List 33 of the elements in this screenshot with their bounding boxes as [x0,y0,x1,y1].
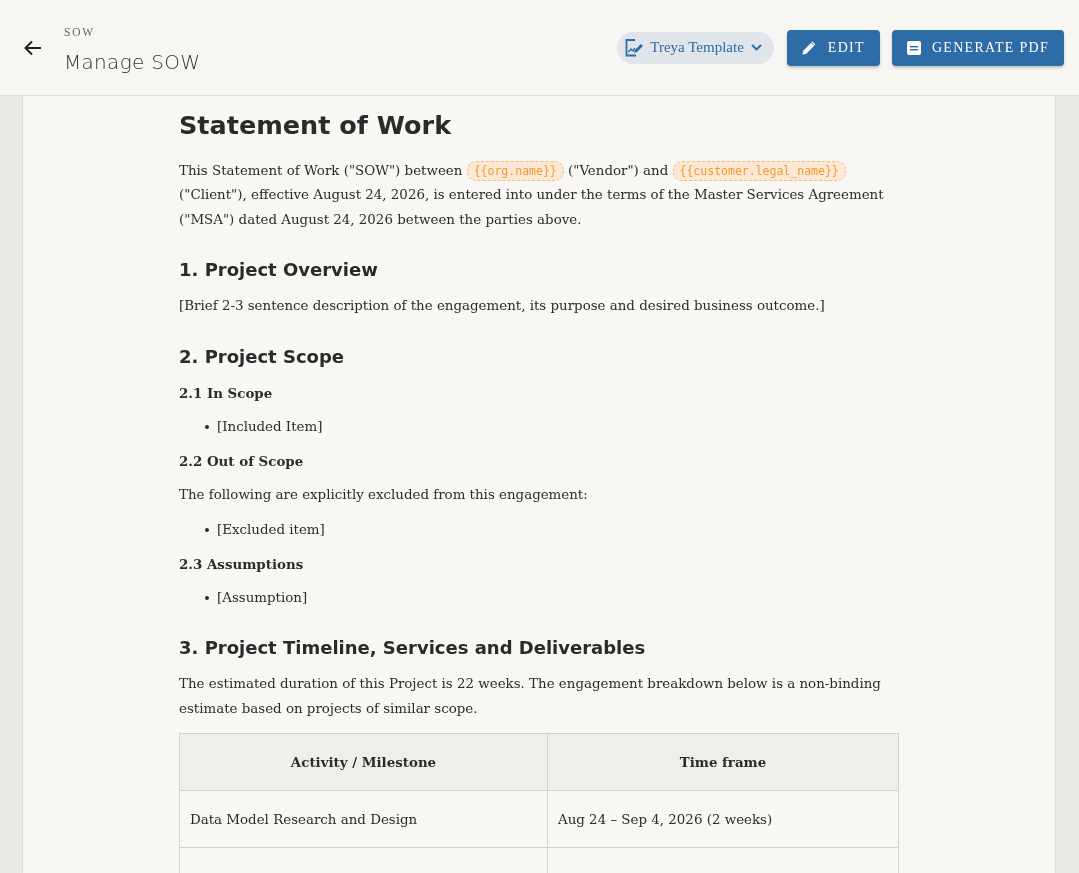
file-icon [906,40,921,55]
paragraph: This Statement of Work ("SOW") between {{org.name}} ("Vendor") and {{customer.legal_name}} ("Client"), effective August 24, 2026, is entered into under the terms of the Master Services Agreement ("MSA") dated August 24, 2026 between the parties above. [179,159,885,229]
bullet-icon [205,595,209,600]
arrow-left-icon [24,39,42,56]
list-item: [Excluded item] [217,520,325,539]
paragraph: The estimated duration of this Project is 22 weeks. The engagement breakdown below is a non-binding estimate based on projects of similar scope. [179,675,882,718]
page-title: Manage SOW [64,49,201,74]
section-heading: 1. Project Overview [179,258,379,282]
subsection-heading: 2.1 In Scope [179,384,274,404]
bullet-icon [205,527,209,532]
pencil-icon [801,40,817,55]
document-pen-icon [624,38,644,57]
chevron-down-icon [750,44,762,51]
edit-button[interactable]: EDIT [786,29,880,66]
template-variable: {{customer.legal_name}} [672,160,846,181]
breadcrumb: SOW [64,25,95,38]
subsection-heading: 2.2 Out of Scope [179,452,305,472]
list-item: [Included Item] [217,418,323,437]
section-heading: 3. Project Timeline, Services and Deliverables [179,635,647,660]
list-item: [Assumption] [217,588,308,607]
bullet-icon [205,425,209,430]
document-title: Statement of Work [179,110,453,141]
table-cell: Aug 24 – Sep 4, 2026 (2 weeks) [547,791,898,848]
paragraph: The following are explicitly excluded from this engagement: [179,486,589,505]
template-select[interactable]: Treya Template [617,31,774,64]
column-header: Activity / Milestone [180,734,547,791]
generate-pdf-button[interactable]: GENERATE PDF [891,29,1064,66]
subsection-heading: 2.3 Assumptions [179,554,305,574]
table-cell-text: Data Model Research and Design [189,810,419,829]
template-variable: {{org.name}} [466,160,564,181]
section-heading: 2. Project Scope [179,345,346,369]
column-header: Time frame [547,734,898,791]
paragraph: [Brief 2-3 sentence description of the engagement, its purpose and desired business outcome.] [179,297,826,316]
